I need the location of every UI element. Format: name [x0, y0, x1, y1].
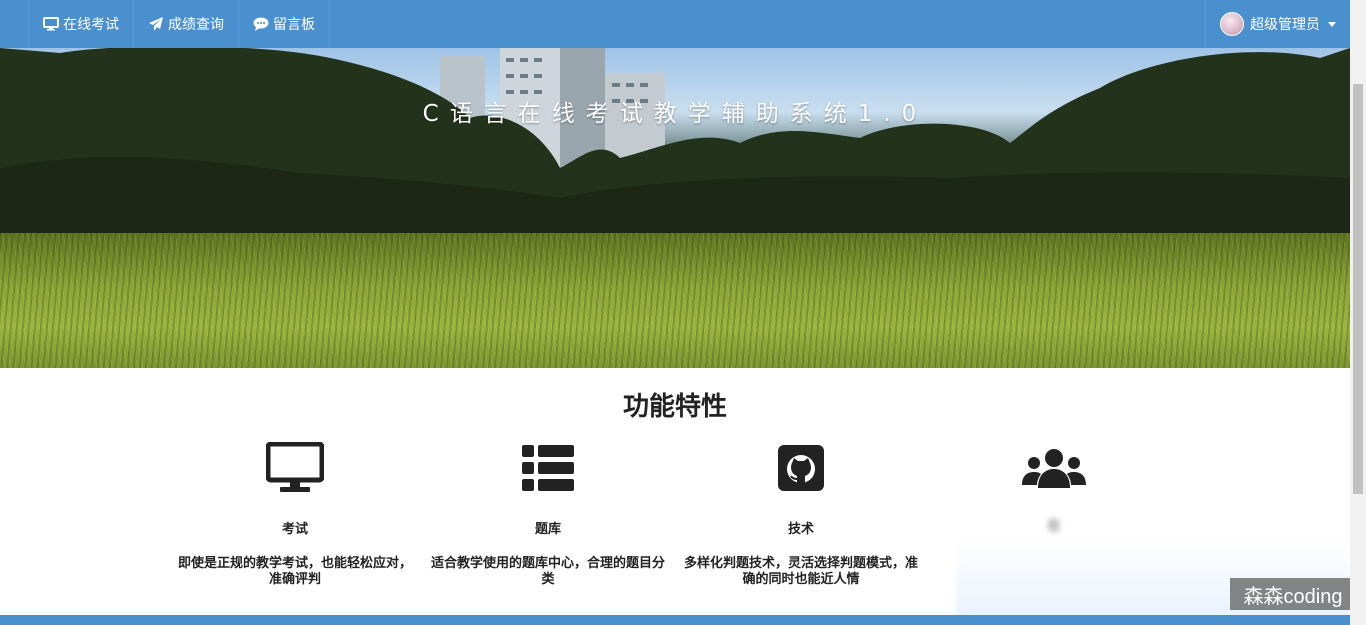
trees-image [0, 48, 1350, 238]
scrollbar-thumb[interactable] [1353, 84, 1363, 494]
feature-name: 题库 [534, 521, 561, 536]
hero-title: C语言在线考试教学辅助系统1.0 [422, 101, 928, 127]
nav-item-label: 留言板 [273, 16, 315, 32]
caret-down-icon [1328, 21, 1336, 27]
grass-image [0, 233, 1350, 368]
footer-bar [0, 615, 1350, 625]
feature-desc: 在 [1047, 518, 1061, 533]
feature-desc: 多样化判题技术，灵活选择判题模式，准确的同时也能近人情 [683, 555, 918, 586]
user-menu[interactable]: 超级管理员 [1205, 0, 1350, 48]
feature-exam: 考试 即使是正规的教学考试，也能轻松应对，准确评判 [175, 440, 415, 587]
feature-desc: 适合教学使用的题库中心，合理的题目分类 [430, 555, 665, 586]
users-icon [934, 440, 1174, 496]
list-icon [428, 440, 668, 496]
scrollbar[interactable] [1350, 0, 1366, 625]
watermark: 森森coding [1230, 578, 1356, 610]
feature-technology: 技术 多样化判题技术，灵活选择判题模式，准确的同时也能近人情 [681, 440, 921, 587]
monitor-icon [43, 16, 59, 32]
nav-item-online-exam[interactable]: 在线考试 [28, 0, 133, 48]
nav-item-score-query[interactable]: 成绩查询 [133, 0, 238, 48]
avatar [1220, 12, 1244, 36]
nav-menu: 在线考试 成绩查询 留言板 [28, 0, 330, 48]
feature-name: 考试 [281, 521, 308, 536]
paper-plane-icon [148, 16, 164, 32]
user-name: 超级管理员 [1250, 16, 1320, 32]
nav-item-label: 在线考试 [63, 16, 119, 32]
features-title: 功能特性 [622, 391, 727, 421]
feature-question-bank: 题库 适合教学使用的题库中心，合理的题目分类 [428, 440, 668, 587]
comment-icon [253, 16, 269, 32]
top-navbar: 在线考试 成绩查询 留言板 超级管理员 [0, 0, 1350, 48]
nav-item-message-board[interactable]: 留言板 [238, 0, 330, 48]
feature-name: 技术 [787, 521, 814, 536]
desktop-icon [175, 440, 415, 496]
nav-item-label: 成绩查询 [168, 16, 224, 32]
github-icon [681, 440, 921, 496]
hero-banner: C语言在线考试教学辅助系统1.0 [0, 48, 1350, 368]
feature-desc: 即使是正规的教学考试，也能轻松应对，准确评判 [177, 555, 412, 586]
feature-community: 在 [934, 440, 1174, 534]
